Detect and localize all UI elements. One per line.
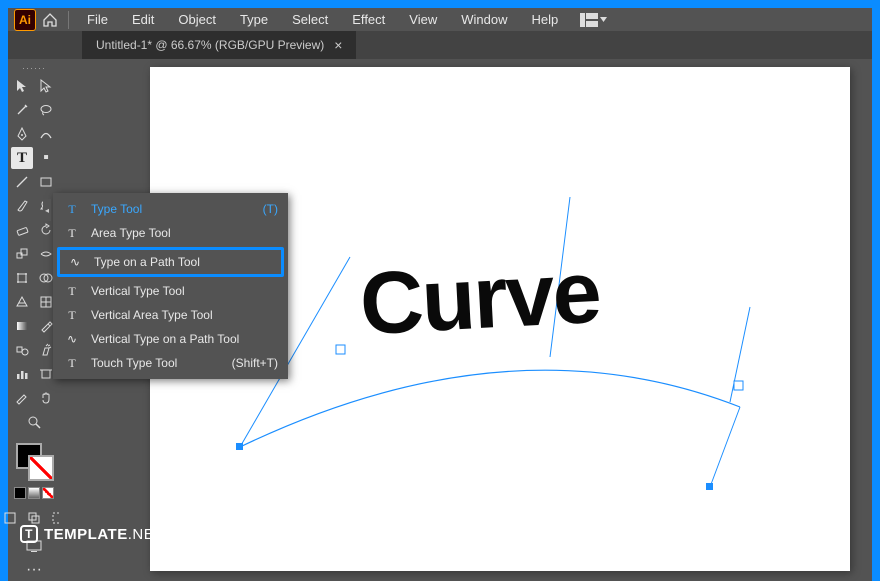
free-transform-tool-icon[interactable] [11,267,33,289]
column-graph-tool-icon[interactable] [11,363,33,385]
workspace-switcher-icon[interactable] [580,13,607,27]
vertical-type-on-path-icon: ∿ [63,332,81,347]
close-icon[interactable]: × [334,37,342,53]
menu-view[interactable]: View [399,8,447,31]
watermark-brand: TEMPLATE [44,526,128,543]
paintbrush-tool-icon[interactable] [11,195,33,217]
draw-normal-icon[interactable] [0,507,21,529]
flyout-indicator-icon[interactable]: ▪ [35,147,57,169]
color-mode-row [14,487,54,499]
flyout-item-vertical-area-type-tool[interactable]: T Vertical Area Type Tool [53,303,288,327]
type-on-path-icon: ∿ [66,255,84,270]
line-tool-icon[interactable] [11,171,33,193]
menu-window[interactable]: Window [451,8,517,31]
rectangle-tool-icon[interactable] [35,171,57,193]
watermark: T TEMPLATE.NET [20,525,164,543]
menubar: Ai File Edit Object Type Select Effect V… [8,8,872,31]
flyout-label: Touch Type Tool [91,356,177,370]
direct-selection-tool-icon[interactable] [35,75,57,97]
flyout-label: Vertical Type Tool [91,284,185,298]
edit-toolbar-icon[interactable]: ··· [23,559,45,581]
type-tool-flyout: ◂ T Type Tool (T) T Area Type Tool ∿ Typ… [53,193,288,379]
menu-file[interactable]: File [77,8,118,31]
scale-tool-icon[interactable] [11,243,33,265]
none-mode-icon[interactable] [42,487,54,499]
menu-help[interactable]: Help [521,8,568,31]
workspace: ······ T▪ [8,59,872,581]
menu-effect[interactable]: Effect [342,8,395,31]
flyout-item-vertical-type-tool[interactable]: T Vertical Type Tool [53,279,288,303]
flyout-shortcut: (T) [263,202,278,216]
gradient-mode-icon[interactable] [28,487,40,499]
vertical-type-icon: T [63,284,81,299]
stroke-swatch[interactable] [28,455,54,481]
type-tool-icon[interactable]: T [11,147,33,169]
document-tabbar: Untitled-1* @ 66.67% (RGB/GPU Preview) × [8,31,872,59]
divider [68,11,69,29]
flyout-item-type-on-path-tool[interactable]: ∿ Type on a Path Tool [57,247,284,277]
color-mode-icon[interactable] [14,487,26,499]
blend-tool-icon[interactable] [11,339,33,361]
pen-tool-icon[interactable] [11,123,33,145]
flyout-shortcut: (Shift+T) [232,356,278,370]
app-logo[interactable]: Ai [14,9,36,31]
watermark-suffix: .NET [128,526,164,543]
flyout-item-area-type-tool[interactable]: T Area Type Tool [53,221,288,245]
tab-label: Untitled-1* @ 66.67% (RGB/GPU Preview) [96,38,324,52]
chevron-down-icon [600,17,607,22]
slice-tool-icon[interactable] [11,387,33,409]
flyout-item-type-tool[interactable]: T Type Tool (T) [53,197,288,221]
flyout-label: Type on a Path Tool [94,255,200,269]
gradient-tool-icon[interactable] [11,315,33,337]
flyout-label: Vertical Type on a Path Tool [91,332,239,346]
app-frame: Ai File Edit Object Type Select Effect V… [8,8,872,551]
menu-type[interactable]: Type [230,8,278,31]
flyout-tearoff-icon[interactable]: ◂ [43,199,51,221]
curvature-tool-icon[interactable] [35,123,57,145]
flyout-label: Area Type Tool [91,226,171,240]
eraser-tool-icon[interactable] [11,219,33,241]
hand-tool-icon[interactable] [35,387,57,409]
home-icon[interactable] [40,10,60,30]
type-icon: T [63,202,81,217]
selection-tool-icon[interactable] [11,75,33,97]
magic-wand-tool-icon[interactable] [11,99,33,121]
flyout-item-touch-type-tool[interactable]: T Touch Type Tool (Shift+T) [53,351,288,375]
watermark-logo-icon: T [20,525,38,543]
fill-stroke-swatches[interactable] [14,441,54,481]
menu-object[interactable]: Object [168,8,226,31]
menu-edit[interactable]: Edit [122,8,164,31]
perspective-tool-icon[interactable] [11,291,33,313]
touch-type-icon: T [63,356,81,371]
zoom-tool-icon[interactable] [23,411,45,433]
flyout-label: Vertical Area Type Tool [91,308,213,322]
flyout-item-vertical-type-on-path-tool[interactable]: ∿ Vertical Type on a Path Tool [53,327,288,351]
document-tab[interactable]: Untitled-1* @ 66.67% (RGB/GPU Preview) × [82,31,356,59]
canvas-text[interactable]: Curve [357,241,601,355]
area-type-icon: T [63,226,81,241]
flyout-label: Type Tool [91,202,142,216]
menu-select[interactable]: Select [282,8,338,31]
lasso-tool-icon[interactable] [35,99,57,121]
vertical-area-type-icon: T [63,308,81,323]
toolbox-header: ······ [22,63,46,73]
